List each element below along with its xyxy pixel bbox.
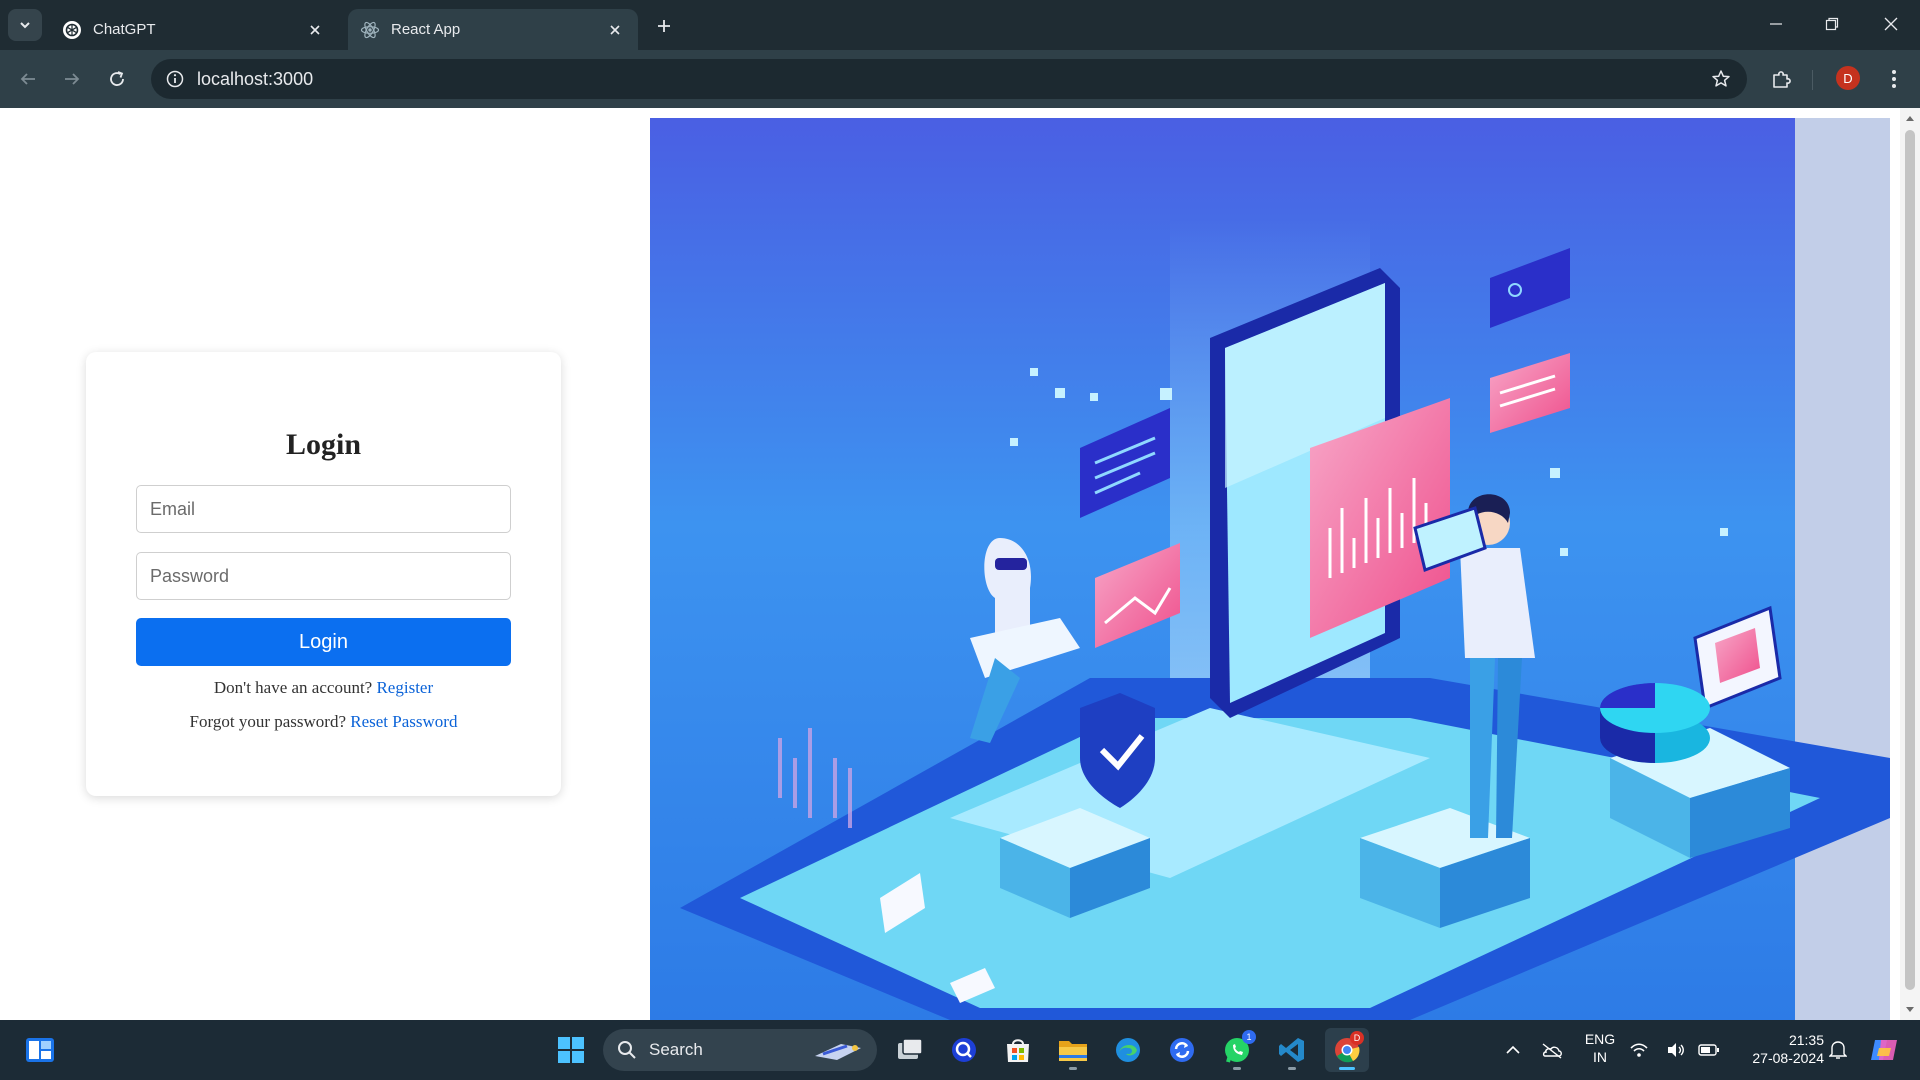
tab-react-app[interactable]: React App bbox=[348, 9, 638, 50]
running-indicator bbox=[1233, 1067, 1241, 1070]
chrome-profile-badge: D bbox=[1350, 1031, 1364, 1045]
reset-password-link[interactable]: Reset Password bbox=[350, 712, 457, 731]
reset-line: Forgot your password? Reset Password bbox=[86, 712, 561, 732]
close-tab-icon[interactable] bbox=[304, 19, 326, 41]
copilot-icon[interactable] bbox=[1862, 1028, 1906, 1072]
tab-title: React App bbox=[391, 21, 461, 38]
whatsapp-badge: 1 bbox=[1242, 1030, 1256, 1044]
edge-browser-icon[interactable] bbox=[1106, 1028, 1150, 1072]
restore-icon[interactable] bbox=[1809, 0, 1855, 48]
tab-search-button[interactable] bbox=[8, 9, 42, 41]
language-indicator[interactable]: ENG IN bbox=[1578, 1030, 1622, 1066]
copilot-search-icon[interactable] bbox=[942, 1028, 986, 1072]
profile-avatar[interactable]: D bbox=[1836, 66, 1860, 90]
reload-icon[interactable] bbox=[100, 62, 134, 96]
scroll-thumb[interactable] bbox=[1905, 130, 1915, 990]
extensions-icon[interactable] bbox=[1765, 63, 1797, 95]
close-window-icon[interactable] bbox=[1868, 0, 1914, 48]
close-tab-icon[interactable] bbox=[604, 19, 626, 41]
scroll-down-icon[interactable] bbox=[1904, 1004, 1916, 1016]
page-scrollbar[interactable] bbox=[1900, 108, 1920, 1020]
register-link[interactable]: Register bbox=[376, 678, 433, 697]
toolbar-divider bbox=[1812, 70, 1813, 90]
login-button[interactable]: Login bbox=[136, 618, 511, 666]
taskbar-search[interactable]: Search bbox=[603, 1029, 877, 1071]
search-icon bbox=[618, 1041, 636, 1059]
clock[interactable]: 21:35 27-08-2024 bbox=[1734, 1031, 1824, 1067]
running-indicator bbox=[1069, 1067, 1077, 1070]
react-icon bbox=[360, 20, 380, 40]
forward-icon[interactable] bbox=[55, 62, 89, 96]
windows-taskbar: Search 1 D ENG IN 21:35 27-08-2024 bbox=[0, 1020, 1920, 1080]
browser-toolbar: localhost:3000 D bbox=[0, 50, 1920, 108]
menu-icon[interactable] bbox=[1878, 63, 1910, 95]
bookmark-star-icon[interactable] bbox=[1709, 67, 1733, 91]
task-view-icon[interactable] bbox=[888, 1028, 932, 1072]
notification-bell-icon[interactable] bbox=[1825, 1028, 1851, 1072]
browser-titlebar: ChatGPT React App bbox=[0, 0, 1920, 50]
login-title: Login bbox=[285, 428, 362, 461]
tab-title: ChatGPT bbox=[93, 21, 156, 38]
onedrive-offline-icon[interactable] bbox=[1530, 1028, 1574, 1072]
hero-illustration bbox=[650, 118, 1890, 1020]
chatgpt-icon bbox=[62, 20, 82, 40]
running-indicator bbox=[1288, 1067, 1296, 1070]
sync-app-icon[interactable] bbox=[1160, 1028, 1204, 1072]
url-text: localhost:3000 bbox=[197, 69, 314, 89]
back-icon[interactable] bbox=[11, 62, 45, 96]
battery-icon[interactable] bbox=[1696, 1028, 1722, 1072]
login-card: Login Login Don't have an account? Regis… bbox=[86, 352, 561, 796]
running-indicator bbox=[1339, 1067, 1355, 1070]
search-highlight-icon bbox=[815, 1044, 861, 1060]
clock-date: 27-08-2024 bbox=[1752, 1050, 1824, 1066]
register-line: Don't have an account? Register bbox=[86, 678, 561, 698]
wifi-icon[interactable] bbox=[1626, 1028, 1652, 1072]
whatsapp-icon[interactable]: 1 bbox=[1215, 1028, 1259, 1072]
email-field[interactable] bbox=[136, 485, 511, 533]
region-code: IN bbox=[1593, 1049, 1607, 1065]
vscode-icon[interactable] bbox=[1270, 1028, 1314, 1072]
site-info-icon[interactable] bbox=[161, 65, 189, 93]
page-viewport: Login Login Don't have an account? Regis… bbox=[0, 108, 1920, 1020]
scroll-up-icon[interactable] bbox=[1904, 112, 1916, 124]
chrome-icon[interactable]: D bbox=[1325, 1028, 1369, 1072]
address-bar[interactable]: localhost:3000 bbox=[151, 59, 1747, 99]
file-explorer-icon[interactable] bbox=[1051, 1028, 1095, 1072]
volume-icon[interactable] bbox=[1663, 1028, 1689, 1072]
language-code: ENG bbox=[1584, 1031, 1616, 1047]
reset-prompt: Forgot your password? bbox=[189, 712, 346, 731]
register-prompt: Don't have an account? bbox=[213, 678, 373, 697]
show-hidden-icons-icon[interactable] bbox=[1491, 1028, 1535, 1072]
microsoft-store-icon[interactable] bbox=[996, 1028, 1040, 1072]
tab-chatgpt[interactable]: ChatGPT bbox=[50, 9, 338, 50]
minimize-icon[interactable] bbox=[1753, 0, 1799, 48]
search-label: Search bbox=[649, 1040, 703, 1059]
windows-start-icon[interactable] bbox=[549, 1028, 593, 1072]
new-tab-icon[interactable] bbox=[650, 12, 678, 40]
password-field[interactable] bbox=[136, 552, 511, 600]
clock-time: 21:35 bbox=[1788, 1032, 1824, 1048]
chevron-down-icon bbox=[20, 22, 30, 29]
widgets-icon[interactable] bbox=[18, 1028, 62, 1072]
